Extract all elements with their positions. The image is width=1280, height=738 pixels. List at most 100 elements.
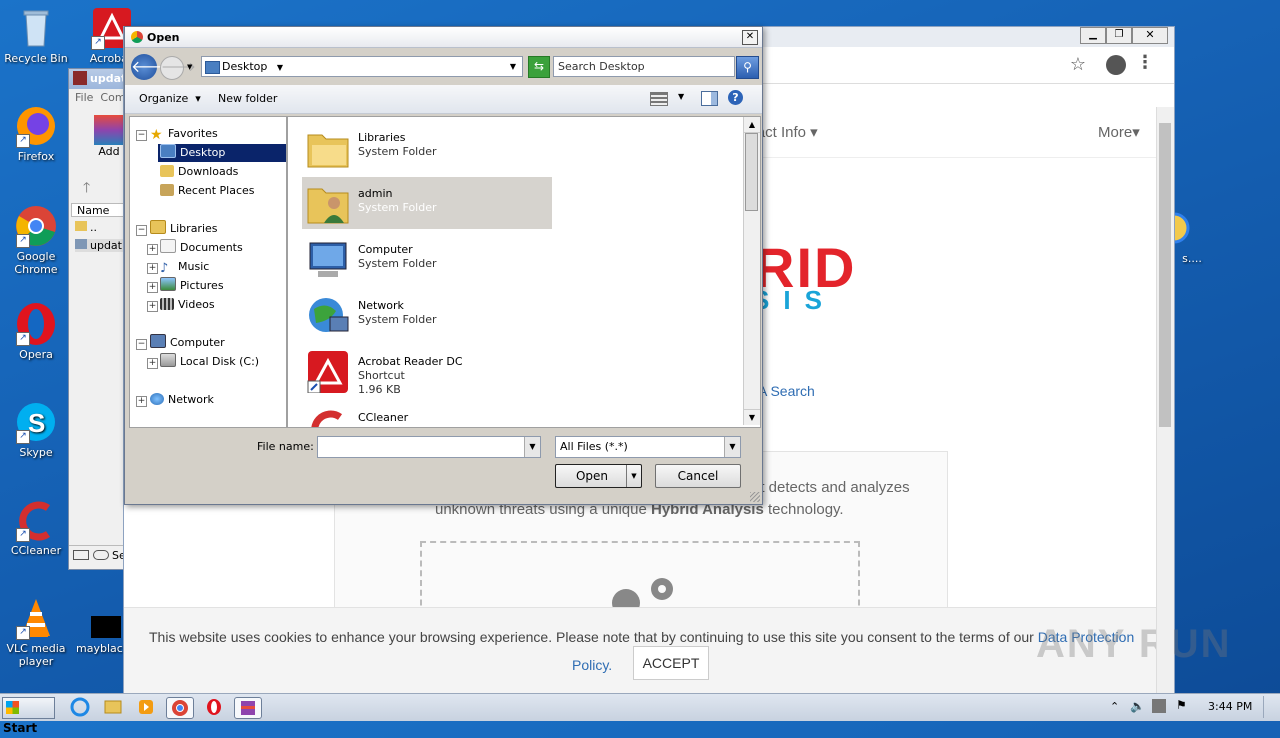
desktop-icon-opera[interactable]: ↗ Opera	[0, 302, 72, 361]
clock[interactable]: 3:44 PM	[1208, 700, 1252, 713]
open-dropdown-icon[interactable]: ▼	[626, 465, 641, 487]
collapse-toggle-icon[interactable]: −	[136, 130, 147, 141]
expand-toggle-icon[interactable]: +	[147, 301, 158, 312]
file-name-dropdown-icon[interactable]: ▼	[524, 437, 540, 457]
history-dropdown-icon[interactable]: ▼	[187, 63, 192, 71]
navigation-pane[interactable]: − ★ Favorites Desktop Downloads Recent Pl…	[129, 116, 287, 428]
open-file-dialog[interactable]: Open ✕ 🡐 🡒 ▼ Desktop ▼ ▼ ⇆ Search Deskto…	[124, 26, 763, 505]
desktop-icon-partial[interactable]: s....	[1172, 206, 1212, 265]
policy-link[interactable]: Policy.	[572, 657, 612, 673]
minimize-button[interactable]: ▁	[1080, 27, 1106, 44]
profile-avatar-icon[interactable]	[1106, 55, 1126, 75]
back-button[interactable]: 🡐	[131, 54, 174, 80]
nav-desktop[interactable]: Desktop	[158, 144, 286, 162]
nav-computer[interactable]: Computer	[150, 334, 225, 352]
collapse-toggle-icon[interactable]: −	[136, 339, 147, 350]
expand-toggle-icon[interactable]: +	[136, 396, 147, 407]
file-type-dropdown-icon[interactable]: ▼	[724, 437, 740, 457]
new-folder-button[interactable]: New folder	[218, 92, 277, 105]
bookmark-star-icon[interactable]: ☆	[1070, 54, 1086, 75]
taskbar-ie-icon[interactable]	[67, 697, 93, 717]
file-item-network[interactable]: Network System Folder	[302, 289, 552, 341]
desktop-icon-mayblack[interactable]: mayblack	[76, 596, 129, 655]
file-type-select[interactable]: All Files (*.*) ▼	[555, 436, 741, 458]
nav-libraries[interactable]: Libraries	[150, 220, 218, 238]
taskbar-media-player-icon[interactable]	[133, 697, 159, 717]
winrar-titlebar[interactable]: updat	[69, 69, 129, 89]
start-button[interactable]: Start	[2, 697, 55, 735]
desktop-icon-recycle-bin[interactable]: Recycle Bin	[0, 6, 72, 65]
file-item-acrobat[interactable]: Acrobat Reader DC Shortcut 1.96 KB	[302, 345, 552, 397]
list-item[interactable]: ..	[75, 221, 97, 234]
show-desktop-button[interactable]	[1263, 696, 1278, 718]
menu-kebab-icon[interactable]: ⋮	[1136, 52, 1154, 73]
nav-local-disk[interactable]: Local Disk (C:)	[160, 353, 259, 371]
accept-button[interactable]: ACCEPT	[633, 646, 709, 680]
nav-documents[interactable]: Documents	[160, 239, 243, 257]
dialog-close-button[interactable]: ✕	[742, 30, 758, 45]
scrollbar-thumb[interactable]	[745, 133, 758, 211]
desktop-icon-firefox[interactable]: ↗ Firefox	[0, 104, 72, 163]
view-dropdown-icon[interactable]: ▼	[678, 92, 684, 101]
taskbar-winrar-icon[interactable]	[234, 697, 262, 719]
forward-button[interactable]: 🡒	[160, 56, 196, 80]
breadcrumb-chevron-icon[interactable]: ▼	[277, 63, 283, 72]
file-item-ccleaner[interactable]: CCleaner Shortcut	[302, 401, 552, 427]
desktop-icon-ccleaner[interactable]: ↗ CCleaner	[0, 498, 72, 557]
file-item-admin[interactable]: admin System Folder	[302, 177, 552, 229]
winrar-window[interactable]: updat File Com Add 🡑 Name .. updat Se	[68, 68, 130, 570]
expand-toggle-icon[interactable]: +	[147, 282, 158, 293]
file-list-pane[interactable]: Libraries System Folder admin System Fol…	[287, 116, 761, 428]
file-pane-scrollbar[interactable]: ▲ ▼	[743, 117, 760, 425]
cancel-button[interactable]: Cancel	[655, 464, 741, 488]
nav-network[interactable]: Network	[150, 391, 214, 409]
menu-file[interactable]: File	[75, 91, 93, 104]
close-button[interactable]: ✕	[1132, 27, 1168, 44]
desktop-icon-skype[interactable]: S ↗ Skype	[0, 400, 72, 459]
maximize-button[interactable]: ❐	[1106, 27, 1132, 44]
nav-music[interactable]: ♪ Music	[160, 258, 209, 276]
expand-toggle-icon[interactable]: +	[147, 263, 158, 274]
preview-pane-icon[interactable]	[701, 91, 718, 106]
nav-recent-places[interactable]: Recent Places	[160, 182, 255, 200]
menu-commands[interactable]: Com	[100, 91, 125, 104]
nav-favorites[interactable]: ★ Favorites	[150, 125, 218, 143]
open-button[interactable]: Open ▼	[555, 464, 642, 488]
dialog-titlebar[interactable]: Open ✕	[125, 27, 762, 48]
volume-icon[interactable]: 🔈	[1130, 699, 1145, 713]
show-hidden-icons-icon[interactable]: ⌃	[1110, 700, 1119, 713]
nav-downloads[interactable]: Downloads	[160, 163, 238, 181]
taskbar-opera-icon[interactable]	[201, 697, 227, 717]
location-dropdown-icon[interactable]: ▼	[510, 57, 516, 76]
desktop-icon-chrome[interactable]: ↗ Google Chrome	[0, 204, 72, 276]
search-icon[interactable]: ⚲	[736, 56, 759, 79]
list-item[interactable]: updat	[75, 239, 126, 252]
search-link[interactable]: A Search	[758, 383, 815, 399]
scroll-down-arrow-icon[interactable]: ▼	[744, 409, 760, 425]
file-item-libraries[interactable]: Libraries System Folder	[302, 121, 552, 173]
expand-toggle-icon[interactable]: +	[147, 244, 158, 255]
collapse-toggle-icon[interactable]: −	[136, 225, 147, 236]
scrollbar-thumb[interactable]	[1159, 123, 1171, 427]
resize-grip-icon[interactable]	[750, 492, 760, 502]
desktop-icon-vlc[interactable]: ↗ VLC media player	[0, 596, 72, 668]
nav-videos[interactable]: Videos	[160, 296, 215, 314]
file-name-input[interactable]: ▼	[317, 436, 541, 458]
search-input[interactable]: Search Desktop	[553, 56, 735, 77]
taskbar-explorer-icon[interactable]	[100, 697, 126, 717]
view-options-icon[interactable]	[650, 92, 668, 106]
taskbar-chrome-icon[interactable]	[166, 697, 194, 719]
column-header-name[interactable]: Name	[71, 203, 127, 217]
up-arrow-icon[interactable]: 🡑	[83, 177, 90, 201]
expand-toggle-icon[interactable]: +	[147, 358, 158, 369]
scroll-up-arrow-icon[interactable]: ▲	[744, 117, 760, 133]
location-bar[interactable]: Desktop ▼ ▼	[201, 56, 523, 77]
organize-button[interactable]: Organize ▾	[139, 92, 201, 105]
nav-pictures[interactable]: Pictures	[160, 277, 224, 295]
refresh-icon[interactable]: ⇆	[528, 56, 550, 78]
action-center-flag-icon[interactable]: ⚑	[1176, 698, 1187, 712]
page-scrollbar[interactable]	[1156, 107, 1174, 693]
file-item-computer[interactable]: Computer System Folder	[302, 233, 552, 285]
nav-more[interactable]: More▾	[1098, 123, 1140, 141]
network-tray-icon[interactable]	[1152, 699, 1166, 713]
